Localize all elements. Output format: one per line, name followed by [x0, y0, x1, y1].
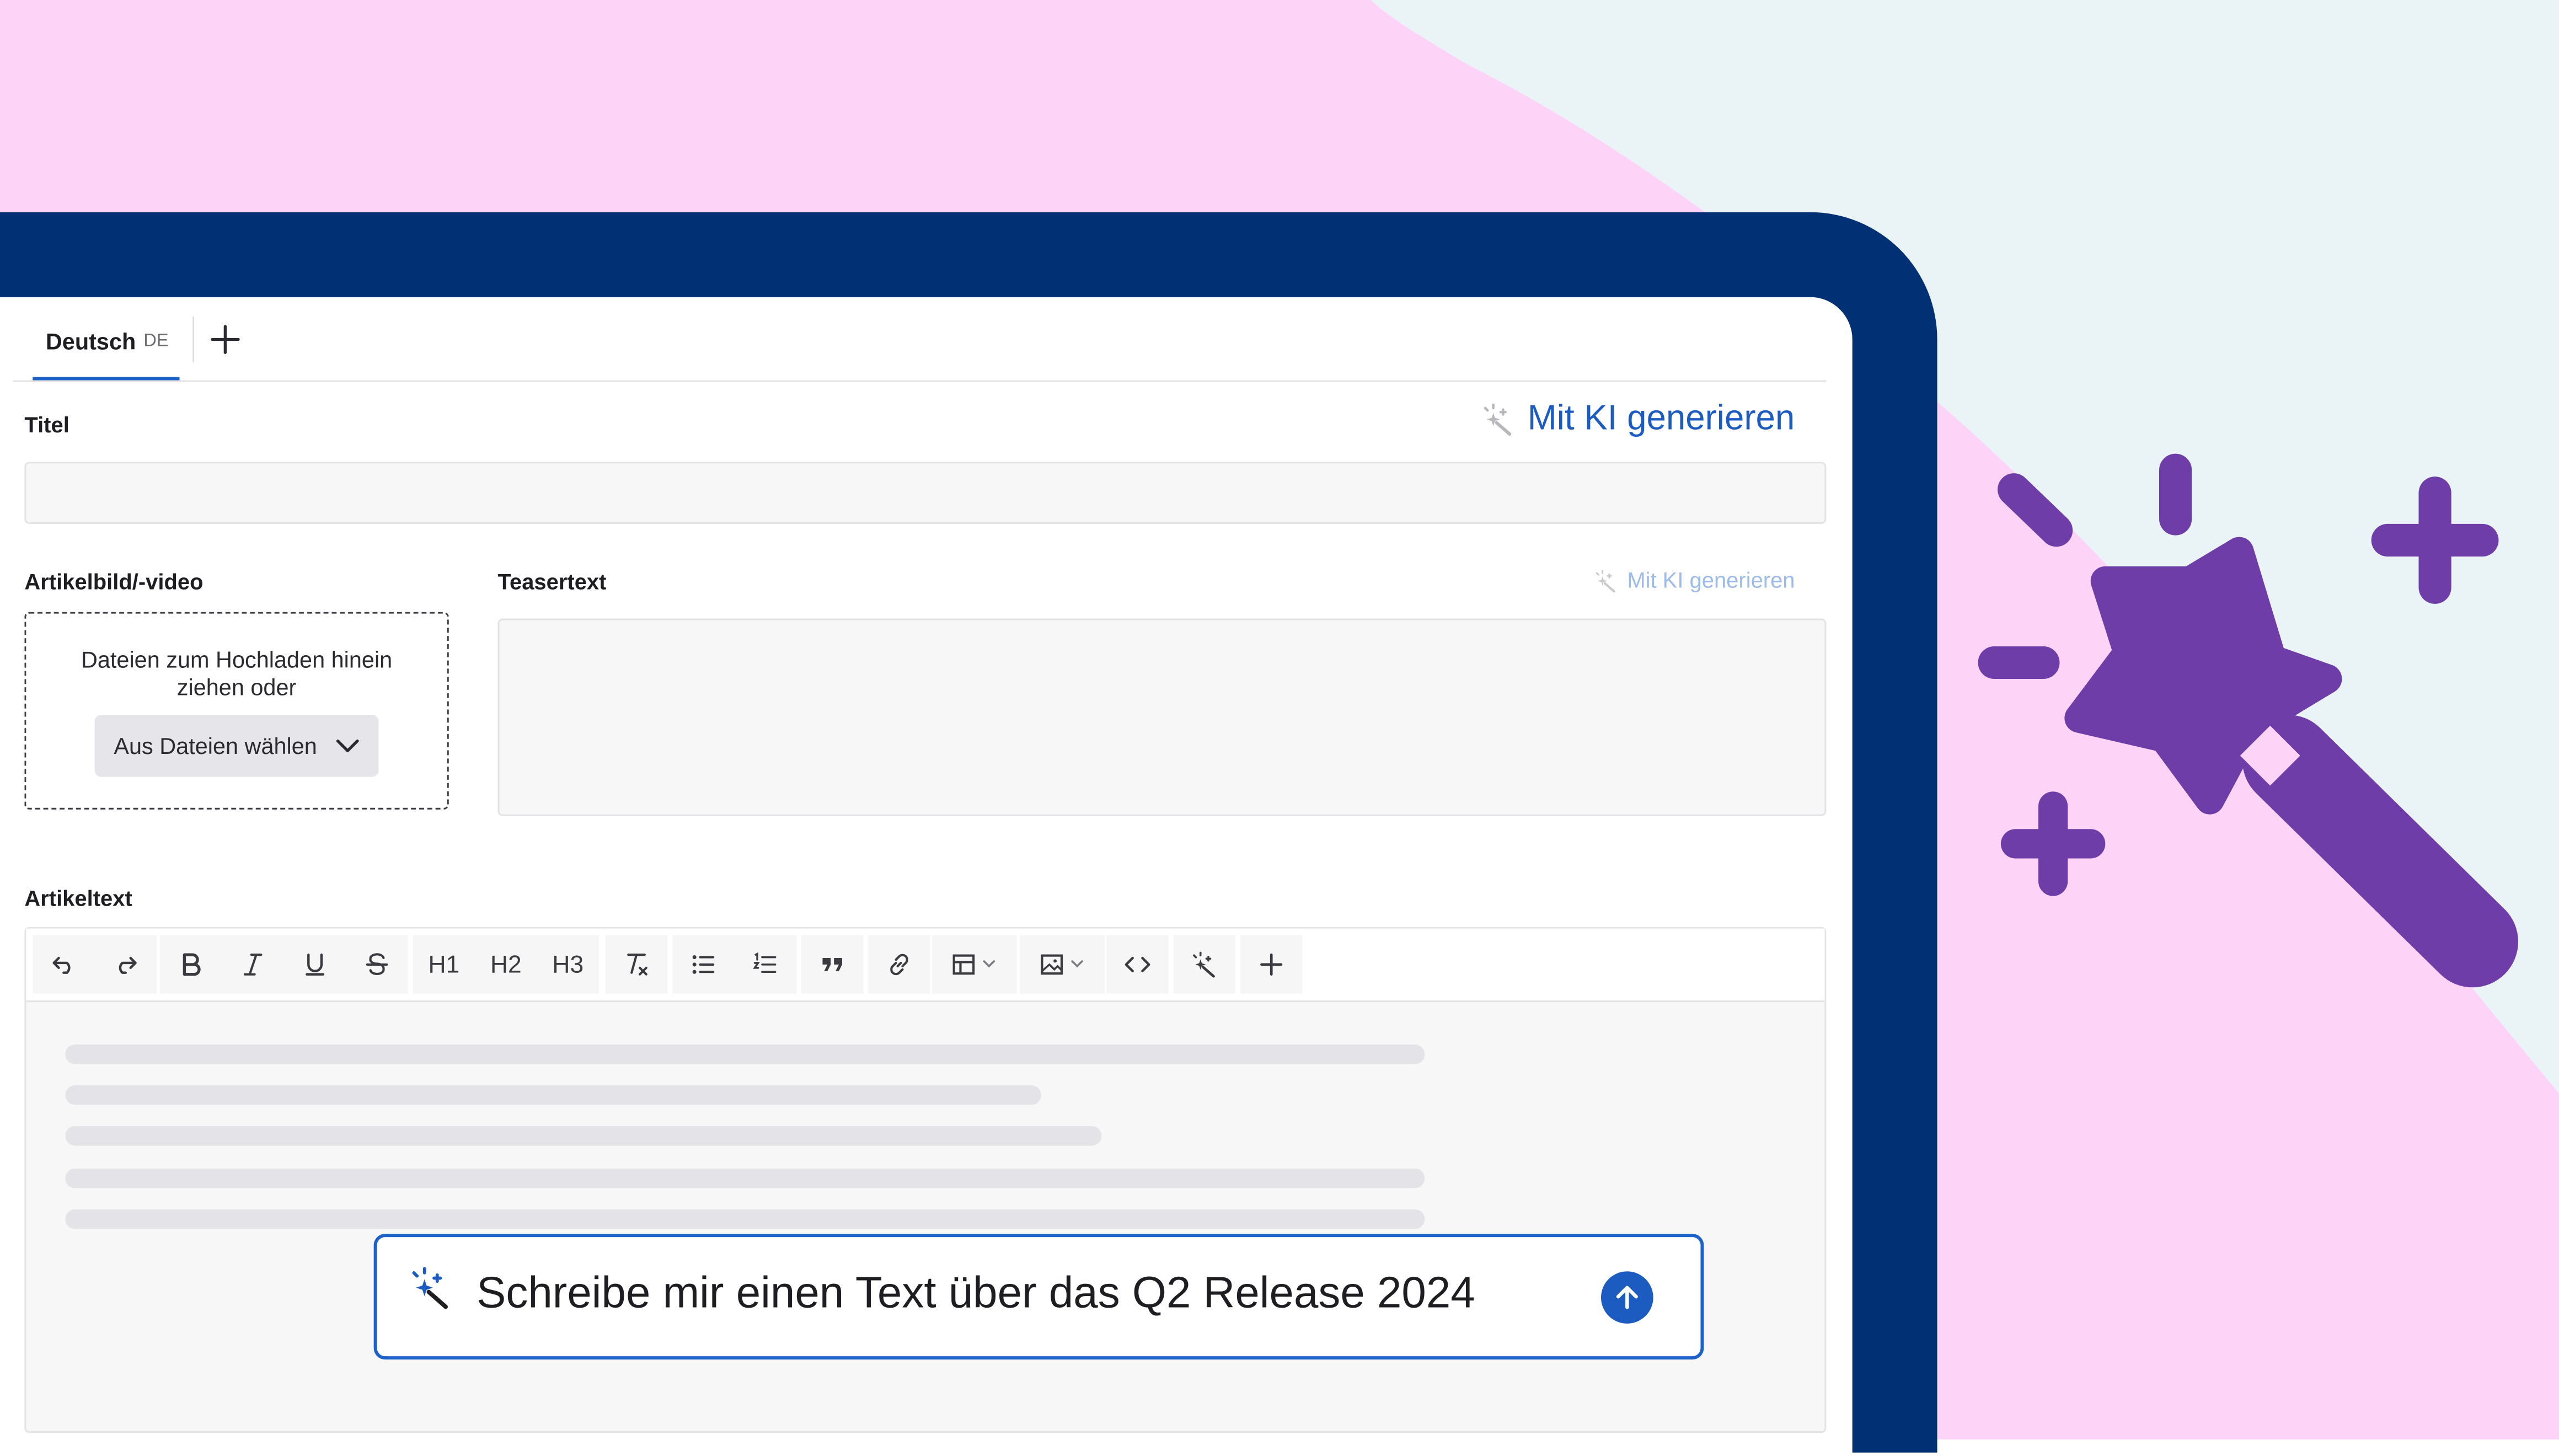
link-icon	[890, 954, 908, 976]
generate-teaser-ai-button[interactable]: Mit KI generieren	[1594, 568, 1795, 592]
tab-language-code: DE	[143, 331, 169, 351]
skeleton-line	[65, 1044, 1425, 1064]
heading3-label: H3	[552, 950, 584, 979]
image-icon	[1041, 954, 1083, 975]
body-label: Artikeltext	[24, 886, 132, 911]
chevron-down-icon	[336, 739, 360, 752]
skeleton-line	[65, 1085, 1041, 1105]
heading3-button[interactable]: H3	[537, 935, 599, 994]
numbered-list-button[interactable]	[734, 935, 797, 994]
prompt-input[interactable]: Schreibe mir einen Text über das Q2 Rele…	[477, 1268, 1475, 1319]
bold-button[interactable]	[160, 935, 222, 994]
magic-wand-icon	[1596, 569, 1615, 592]
magic-wand-icon	[1193, 951, 1215, 978]
dropzone-hint: Dateien zum Hochladen hinein ziehen oder	[81, 646, 393, 700]
code-icon	[1125, 956, 1150, 972]
media-dropzone[interactable]: Dateien zum Hochladen hinein ziehen oder…	[24, 612, 449, 810]
underline-button[interactable]	[283, 935, 346, 994]
italic-icon	[243, 954, 263, 976]
skeleton-line	[65, 1209, 1425, 1229]
clear-format-icon	[627, 954, 647, 976]
bullet-list-button[interactable]	[672, 935, 735, 994]
undo-icon	[52, 956, 71, 974]
ai-assist-button[interactable]	[1173, 935, 1236, 994]
tab-divider	[192, 317, 195, 362]
underline-icon	[306, 953, 325, 976]
plus-icon	[211, 325, 240, 354]
link-button[interactable]	[868, 935, 930, 994]
heading2-label: H2	[490, 950, 522, 979]
quote-icon	[822, 958, 842, 971]
quote-button[interactable]	[801, 935, 864, 994]
image-button[interactable]	[1020, 935, 1105, 994]
heading2-button[interactable]: H2	[475, 935, 537, 994]
undo-button[interactable]	[33, 935, 95, 994]
ai-prompt-bar[interactable]: Schreibe mir einen Text über das Q2 Rele…	[373, 1234, 1704, 1360]
table-button[interactable]	[931, 935, 1017, 994]
heading1-button[interactable]: H1	[413, 935, 475, 994]
language-tabs: Deutsch DE	[13, 297, 1827, 382]
bullet-list-icon	[692, 955, 715, 974]
italic-button[interactable]	[222, 935, 284, 994]
arrow-up-icon	[1616, 1286, 1638, 1309]
tab-label: Deutsch	[45, 328, 136, 355]
generate-teaser-ai-label: Mit KI generieren	[1627, 568, 1795, 593]
bold-icon	[183, 953, 201, 976]
editor-toolbar: H1 H2 H3	[26, 928, 1825, 1002]
redo-icon	[119, 956, 137, 974]
choose-files-label: Aus Dateien wählen	[114, 732, 317, 759]
strikethrough-button[interactable]	[346, 935, 408, 994]
skeleton-line	[65, 1168, 1425, 1189]
magic-wand-icon	[1484, 403, 1512, 435]
teaser-label: Teasertext	[497, 569, 607, 595]
teaser-textarea[interactable]	[497, 618, 1827, 816]
heading1-label: H1	[428, 950, 460, 979]
plus-icon	[1260, 953, 1283, 976]
generate-title-ai-label: Mit KI generieren	[1527, 398, 1795, 438]
redo-button[interactable]	[94, 935, 157, 994]
editor-panel: Deutsch DE Titel Mit KI generieren Artik…	[0, 297, 1853, 1456]
strikethrough-icon	[366, 953, 388, 975]
tab-deutsch[interactable]: Deutsch DE	[33, 297, 180, 381]
table-icon	[952, 954, 995, 975]
clear-format-button[interactable]	[605, 935, 668, 994]
choose-files-button[interactable]: Aus Dateien wählen	[94, 715, 379, 777]
magic-wand-icon	[412, 1267, 448, 1309]
send-prompt-button[interactable]	[1600, 1271, 1653, 1324]
media-label: Artikelbild/-video	[24, 569, 204, 595]
code-button[interactable]	[1106, 935, 1169, 994]
add-language-button[interactable]	[206, 320, 245, 359]
title-label: Titel	[24, 413, 69, 438]
title-input[interactable]	[24, 462, 1827, 524]
numbered-list-icon	[753, 952, 777, 973]
insert-more-button[interactable]	[1240, 935, 1303, 994]
skeleton-line	[65, 1126, 1102, 1146]
generate-title-ai-button[interactable]: Mit KI generieren	[1482, 398, 1795, 439]
